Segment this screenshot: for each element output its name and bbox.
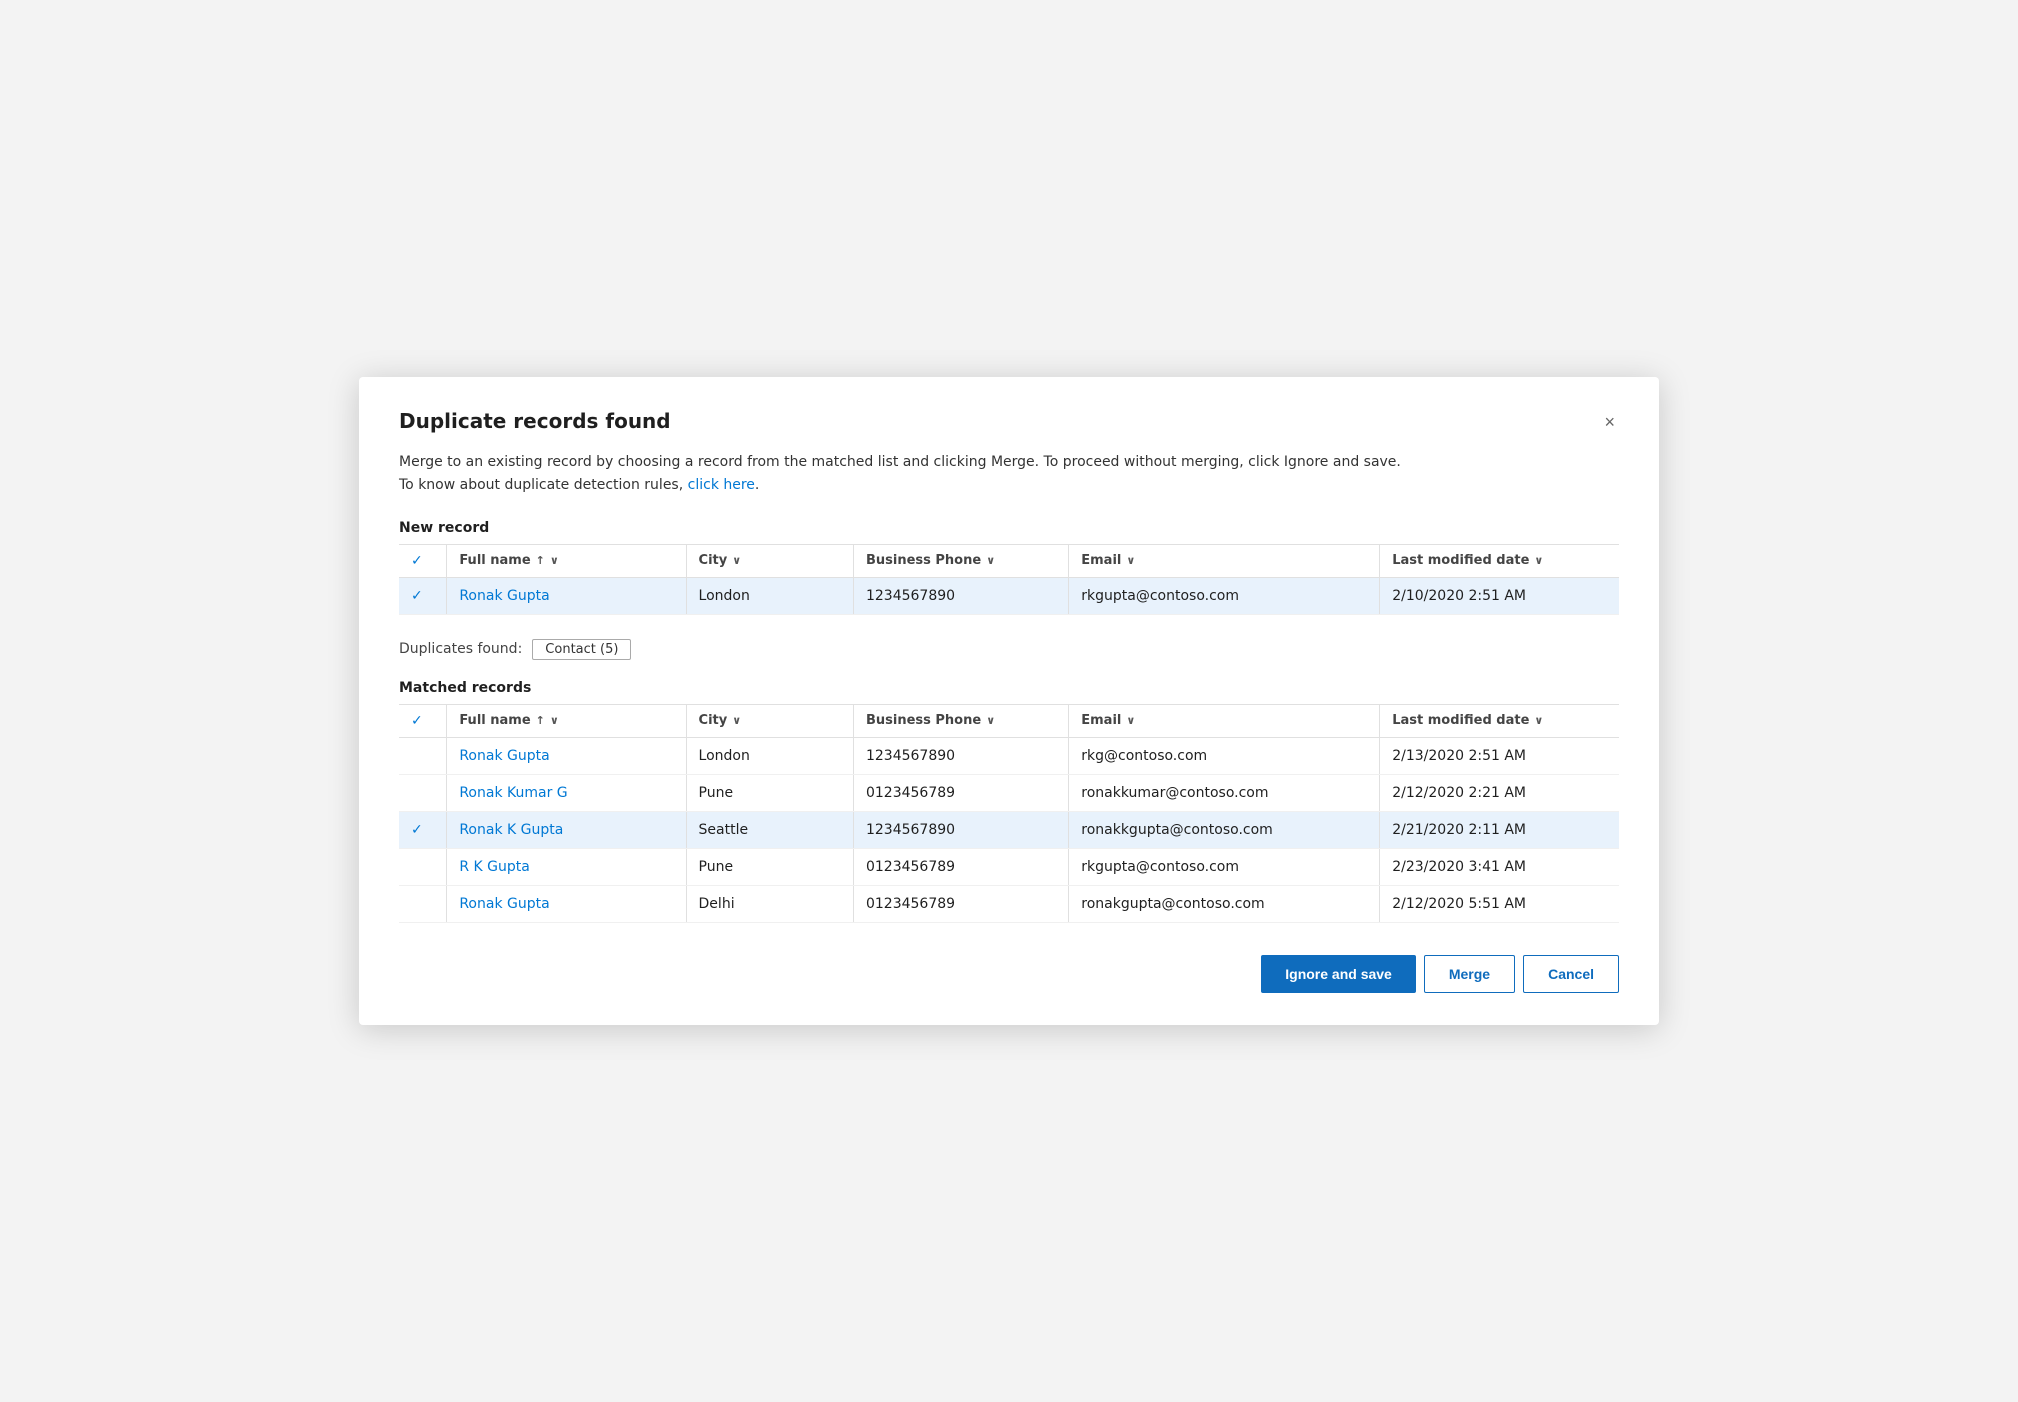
matched-email-sort[interactable]: ∨ (1126, 714, 1135, 727)
matched-row-name-0[interactable]: Ronak Gupta (447, 737, 686, 774)
phone-sort[interactable]: ∨ (986, 554, 995, 567)
matched-phone-col-header[interactable]: Business Phone ∨ (853, 704, 1068, 737)
matched-check-col-header: ✓ (399, 704, 447, 737)
new-record-title: New record (399, 520, 1619, 536)
matched-fullname-col-header[interactable]: Full name ↑ ∨ (447, 704, 686, 737)
description-text: Merge to an existing record by choosing … (399, 454, 1401, 470)
matched-row-name-3[interactable]: R K Gupta (447, 848, 686, 885)
new-row-fullname[interactable]: Ronak Gupta (447, 577, 686, 614)
matched-row-date-3: 2/23/2020 3:41 AM (1380, 848, 1619, 885)
email-sort[interactable]: ∨ (1126, 554, 1135, 567)
new-record-header-row: ✓ Full name ↑ ∨ City ∨ (399, 544, 1619, 577)
matched-row-check-0 (399, 737, 447, 774)
matched-record-row[interactable]: R K Gupta Pune 0123456789 rkgupta@contos… (399, 848, 1619, 885)
matched-row-check-3 (399, 848, 447, 885)
matched-row-city-2: Seattle (686, 811, 853, 848)
duplicate-records-dialog: Duplicate records found × Merge to an ex… (359, 377, 1659, 1025)
footer-buttons: Ignore and save Merge Cancel (399, 955, 1619, 993)
check-header-icon: ✓ (411, 553, 423, 569)
matched-check-header-icon: ✓ (411, 713, 423, 729)
matched-phone-sort[interactable]: ∨ (986, 714, 995, 727)
matched-row-city-0: London (686, 737, 853, 774)
matched-row-phone-4: 0123456789 (853, 885, 1068, 922)
matched-record-row[interactable]: Ronak Kumar G Pune 0123456789 ronakkumar… (399, 774, 1619, 811)
matched-row-name-1[interactable]: Ronak Kumar G (447, 774, 686, 811)
duplicates-label: Duplicates found: (399, 641, 522, 657)
matched-row-check-1 (399, 774, 447, 811)
matched-row-name-4[interactable]: Ronak Gupta (447, 885, 686, 922)
city-sort[interactable]: ∨ (732, 554, 741, 567)
matched-records-table: ✓ Full name ↑ ∨ City ∨ (399, 704, 1619, 923)
matched-date-sort[interactable]: ∨ (1534, 714, 1543, 727)
matched-row-phone-2: 1234567890 (853, 811, 1068, 848)
matched-row-date-4: 2/12/2020 5:51 AM (1380, 885, 1619, 922)
matched-row-city-4: Delhi (686, 885, 853, 922)
new-row-phone: 1234567890 (853, 577, 1068, 614)
fullname-sort-asc[interactable]: ↑ (536, 554, 545, 567)
matched-selected-icon: ✓ (411, 822, 423, 838)
ignore-save-button[interactable]: Ignore and save (1261, 955, 1416, 993)
matched-row-name-2[interactable]: Ronak K Gupta (447, 811, 686, 848)
new-fullname-col-header[interactable]: Full name ↑ ∨ (447, 544, 686, 577)
matched-fullname-sort-desc[interactable]: ∨ (550, 714, 559, 727)
merge-button[interactable]: Merge (1424, 955, 1515, 993)
matched-records-title: Matched records (399, 680, 1619, 696)
new-phone-col-header[interactable]: Business Phone ∨ (853, 544, 1068, 577)
matched-record-row[interactable]: Ronak Gupta London 1234567890 rkg@contos… (399, 737, 1619, 774)
cancel-button[interactable]: Cancel (1523, 955, 1619, 993)
new-row-city: London (686, 577, 853, 614)
new-date-col-header[interactable]: Last modified date ∨ (1380, 544, 1619, 577)
matched-row-city-3: Pune (686, 848, 853, 885)
matched-row-phone-0: 1234567890 (853, 737, 1068, 774)
matched-records-section: Matched records ✓ Full name ↑ ∨ (399, 680, 1619, 923)
new-check-col-header: ✓ (399, 544, 447, 577)
matched-email-col-header[interactable]: Email ∨ (1069, 704, 1380, 737)
contact-badge[interactable]: Contact (5) (532, 639, 631, 660)
date-sort[interactable]: ∨ (1534, 554, 1543, 567)
new-record-table: ✓ Full name ↑ ∨ City ∨ (399, 544, 1619, 615)
new-email-col-header[interactable]: Email ∨ (1069, 544, 1380, 577)
matched-row-date-1: 2/12/2020 2:21 AM (1380, 774, 1619, 811)
matched-header-row: ✓ Full name ↑ ∨ City ∨ (399, 704, 1619, 737)
matched-row-email-1: ronakkumar@contoso.com (1069, 774, 1380, 811)
matched-row-phone-1: 0123456789 (853, 774, 1068, 811)
dialog-header: Duplicate records found × (399, 409, 1619, 435)
matched-row-check-2: ✓ (399, 811, 447, 848)
dialog-title: Duplicate records found (399, 409, 671, 433)
matched-city-col-header[interactable]: City ∨ (686, 704, 853, 737)
new-row-date: 2/10/2020 2:51 AM (1380, 577, 1619, 614)
matched-row-phone-3: 0123456789 (853, 848, 1068, 885)
matched-row-date-2: 2/21/2020 2:11 AM (1380, 811, 1619, 848)
matched-row-city-1: Pune (686, 774, 853, 811)
dialog-description: Merge to an existing record by choosing … (399, 451, 1619, 496)
matched-row-email-3: rkgupta@contoso.com (1069, 848, 1380, 885)
description-line2: To know about duplicate detection rules, (399, 477, 688, 493)
matched-date-col-header[interactable]: Last modified date ∨ (1380, 704, 1619, 737)
matched-fullname-sort-asc[interactable]: ↑ (536, 714, 545, 727)
matched-record-row[interactable]: ✓ Ronak K Gupta Seattle 1234567890 ronak… (399, 811, 1619, 848)
click-here-link[interactable]: click here (688, 477, 755, 493)
duplicates-bar: Duplicates found: Contact (5) (399, 639, 1619, 660)
new-row-email: rkgupta@contoso.com (1069, 577, 1380, 614)
fullname-sort-desc[interactable]: ∨ (550, 554, 559, 567)
new-record-row[interactable]: ✓ Ronak Gupta London 1234567890 rkgupta@… (399, 577, 1619, 614)
new-record-section: New record ✓ Full name ↑ ∨ (399, 520, 1619, 615)
matched-row-date-0: 2/13/2020 2:51 AM (1380, 737, 1619, 774)
selected-check-icon: ✓ (411, 588, 423, 604)
matched-row-email-0: rkg@contoso.com (1069, 737, 1380, 774)
matched-row-email-4: ronakgupta@contoso.com (1069, 885, 1380, 922)
matched-row-email-2: ronakkgupta@contoso.com (1069, 811, 1380, 848)
close-button[interactable]: × (1600, 409, 1619, 435)
matched-city-sort[interactable]: ∨ (732, 714, 741, 727)
new-city-col-header[interactable]: City ∨ (686, 544, 853, 577)
new-row-check: ✓ (399, 577, 447, 614)
matched-row-check-4 (399, 885, 447, 922)
matched-record-row[interactable]: Ronak Gupta Delhi 0123456789 ronakgupta@… (399, 885, 1619, 922)
